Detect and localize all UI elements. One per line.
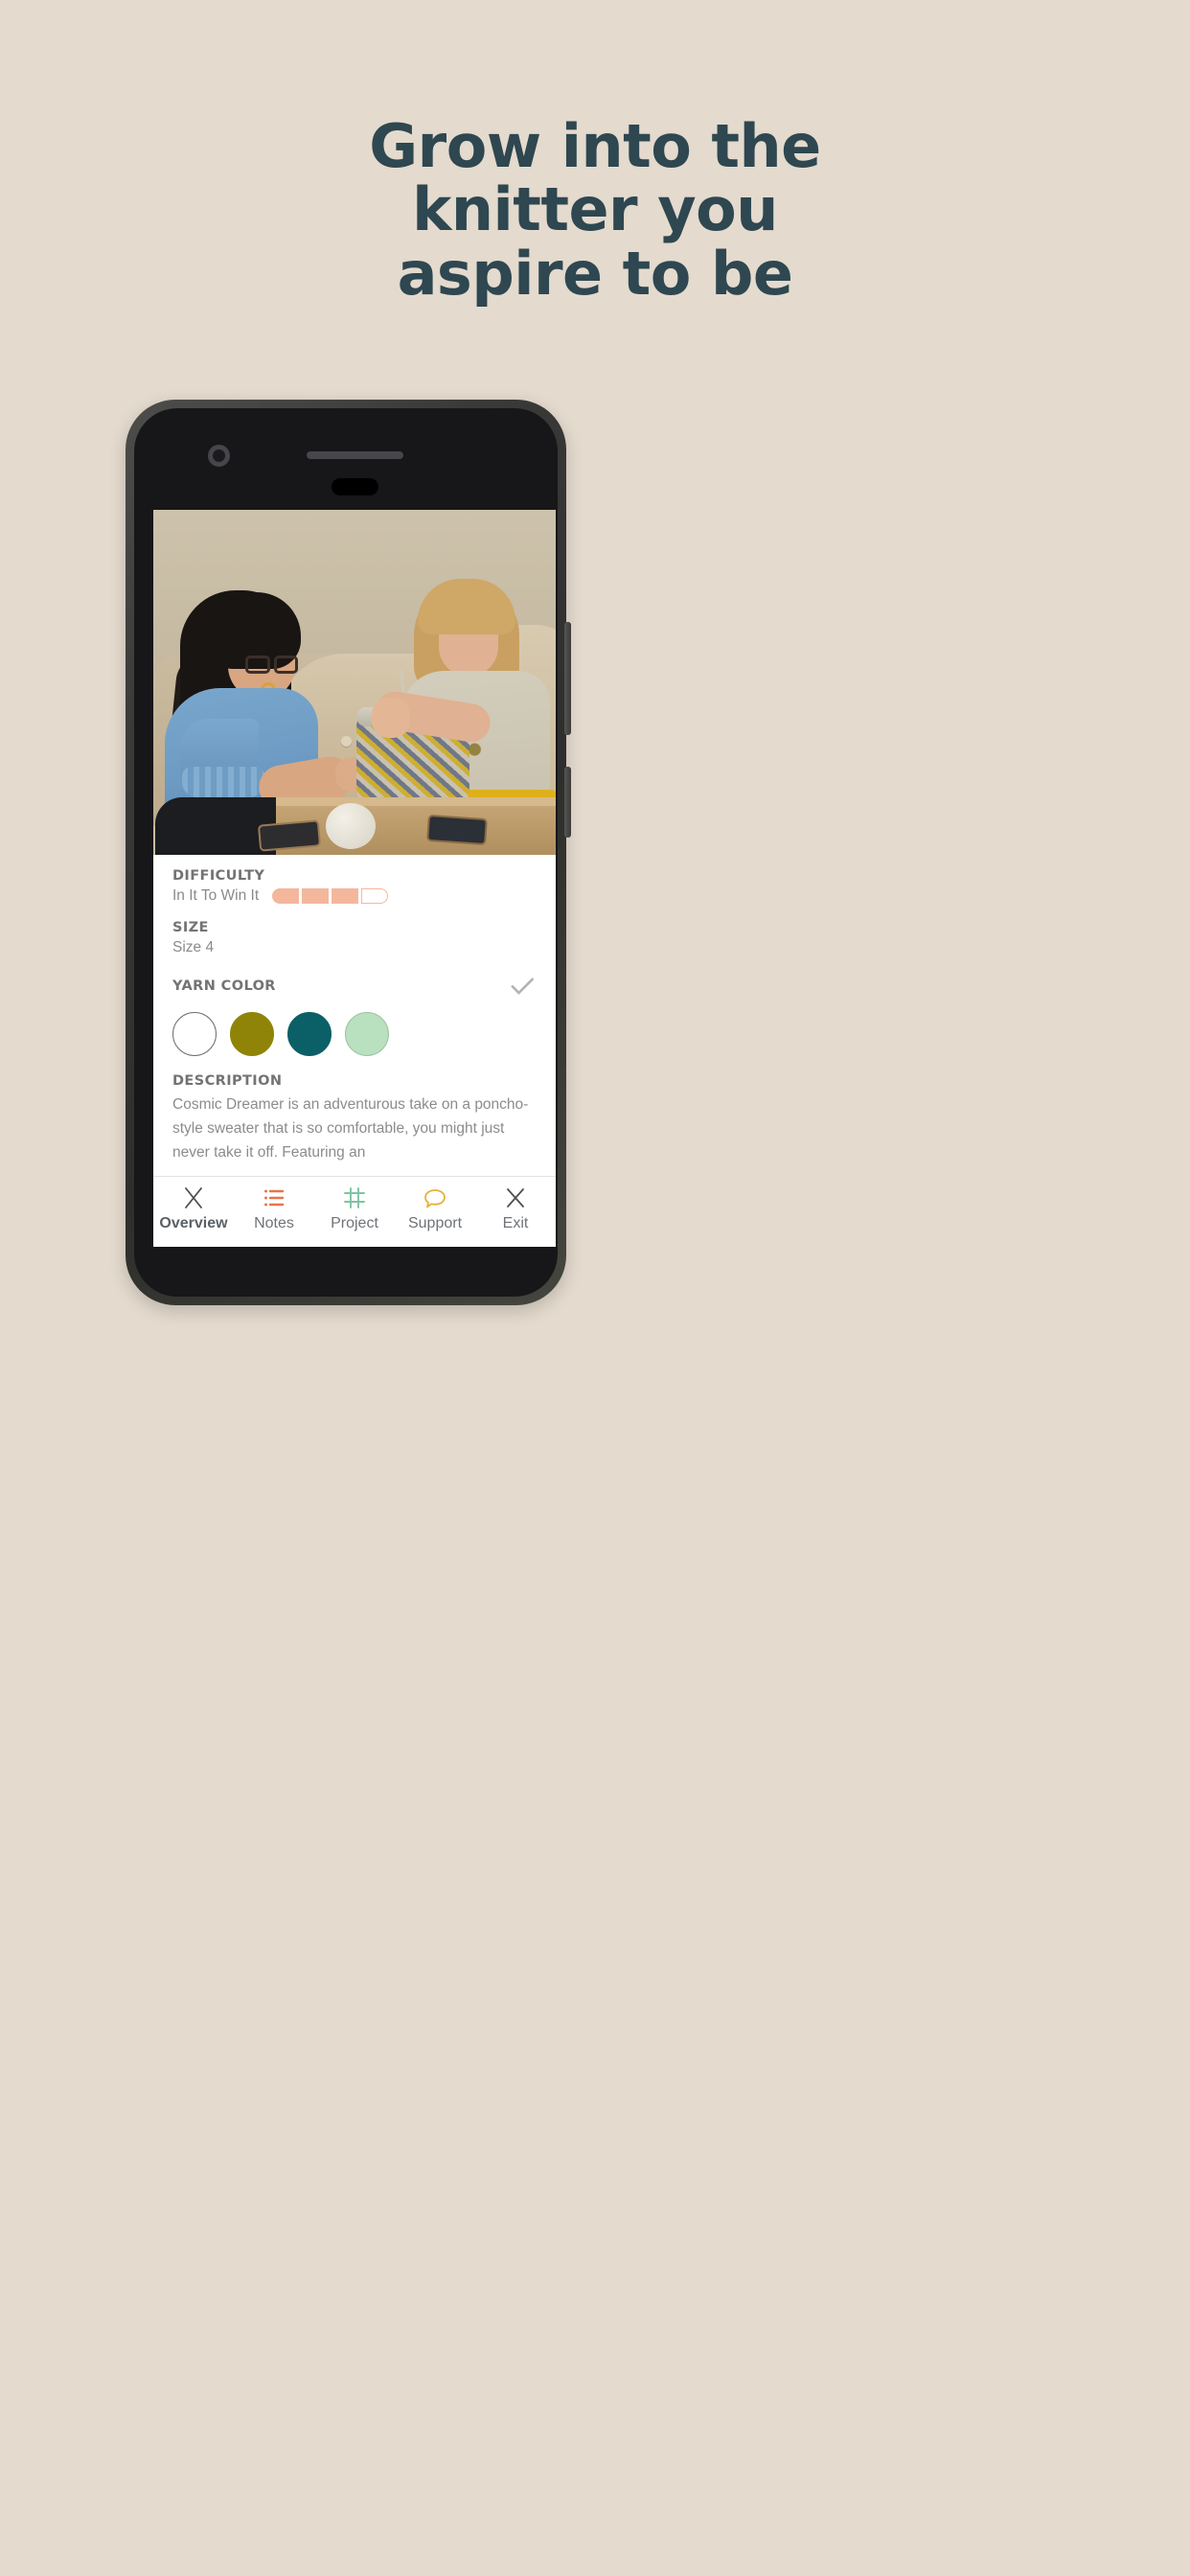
- nav-item-overview[interactable]: Overview: [153, 1185, 234, 1232]
- nav-label-exit: Exit: [502, 1215, 529, 1231]
- check-icon[interactable]: [508, 972, 537, 1000]
- difficulty-row: In It To Win It: [172, 887, 537, 905]
- phone-device-mockup: DIFFICULTY In It To Win It SIZE Size 4 Y…: [126, 400, 571, 1305]
- phone-screen: DIFFICULTY In It To Win It SIZE Size 4 Y…: [153, 510, 556, 1247]
- size-value: Size 4: [172, 939, 215, 955]
- phone-bezel: DIFFICULTY In It To Win It SIZE Size 4 Y…: [134, 408, 558, 1297]
- photo-phone-left: [257, 819, 322, 852]
- nav-label-overview: Overview: [159, 1215, 228, 1231]
- close-x-icon: [503, 1185, 528, 1210]
- headline-line-1: Grow into the: [369, 111, 821, 181]
- bottom-navigation: Overview Notes Project Support Exit: [153, 1176, 556, 1247]
- size-label: SIZE: [172, 920, 209, 935]
- difficulty-section: DIFFICULTY In It To Win It: [172, 868, 537, 905]
- grid-frame-icon: [342, 1185, 367, 1210]
- app-store-promo-screen: Grow into the knitter you aspire to be D…: [0, 0, 1190, 2576]
- nav-item-exit[interactable]: Exit: [475, 1185, 556, 1232]
- nav-label-support: Support: [407, 1215, 463, 1231]
- volume-button[interactable]: [564, 622, 571, 735]
- yarn-swatch-mint[interactable]: [345, 1012, 389, 1056]
- description-text: Cosmic Dreamer is an adventurous take on…: [172, 1096, 529, 1162]
- yarn-swatch-list[interactable]: [172, 1012, 537, 1056]
- photo-person-left-glasses-right: [274, 656, 298, 674]
- list-icon: [262, 1185, 286, 1210]
- nav-item-support[interactable]: Support: [395, 1185, 475, 1232]
- camera-lens-icon: [208, 445, 230, 467]
- difficulty-segment-2: [302, 888, 330, 904]
- yarn-color-header: YARN COLOR: [172, 972, 537, 1000]
- knitting-needles-icon: [181, 1185, 206, 1210]
- difficulty-segment-1: [272, 888, 300, 904]
- pattern-details-panel: DIFFICULTY In It To Win It SIZE Size 4 Y…: [153, 855, 556, 1185]
- difficulty-meter[interactable]: [272, 888, 389, 904]
- yarn-swatch-teal[interactable]: [287, 1012, 332, 1056]
- yarn-swatch-white[interactable]: [172, 1012, 217, 1056]
- photo-phone-right: [426, 814, 488, 846]
- power-button[interactable]: [564, 767, 571, 838]
- page-title: Grow into the knitter you aspire to be: [0, 111, 1190, 309]
- nav-item-project[interactable]: Project: [314, 1185, 395, 1232]
- description-label: DESCRIPTION: [172, 1073, 283, 1089]
- yarn-color-section: YARN COLOR: [172, 972, 537, 1056]
- speech-bubble-icon: [423, 1185, 447, 1210]
- headline-line-2: knitter you: [412, 174, 778, 245]
- nav-label-notes: Notes: [254, 1215, 294, 1231]
- photo-sofa-tuft: [341, 736, 352, 747]
- photo-person-left-ruffle: [182, 767, 264, 797]
- size-section: SIZE Size 4: [172, 920, 537, 956]
- photo-yarn-ball: [326, 803, 376, 849]
- photo-person-right-hand: [372, 698, 410, 738]
- nav-label-project: Project: [331, 1215, 378, 1231]
- photo-table-edge: [276, 797, 556, 806]
- hero-photo: [153, 510, 556, 855]
- difficulty-label: DIFFICULTY: [172, 868, 265, 884]
- difficulty-value: In It To Win It: [172, 887, 260, 904]
- headline-line-3: aspire to be: [397, 238, 793, 309]
- earpiece-icon: [332, 478, 378, 495]
- difficulty-segment-4: [361, 888, 389, 904]
- photo-person-left-glasses-left: [245, 656, 270, 674]
- nav-item-notes[interactable]: Notes: [234, 1185, 314, 1232]
- yarn-swatch-olive[interactable]: [230, 1012, 274, 1056]
- description-section: DESCRIPTION Cosmic Dreamer is an adventu…: [172, 1073, 537, 1164]
- speaker-grill-icon: [307, 451, 403, 459]
- yarn-color-label: YARN COLOR: [172, 978, 276, 994]
- difficulty-segment-3: [332, 888, 359, 904]
